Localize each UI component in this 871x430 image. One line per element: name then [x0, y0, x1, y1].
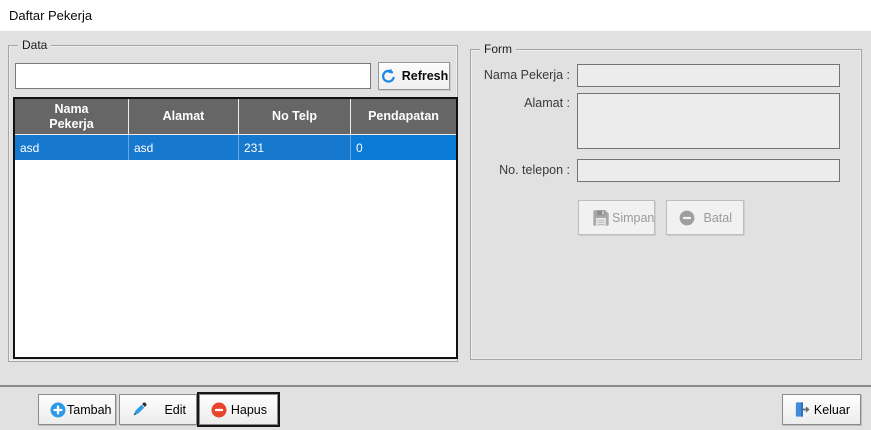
hapus-button-label: Hapus [230, 402, 267, 417]
delete-minus-icon [210, 401, 228, 419]
cell-no-telp[interactable]: 231 [239, 135, 351, 160]
batal-button[interactable]: Batal [666, 200, 744, 235]
keluar-button-label: Keluar [813, 402, 850, 417]
nama-pekerja-field[interactable] [577, 64, 840, 87]
simpan-button[interactable]: Simpan [578, 200, 655, 235]
alamat-label: Alamat : [524, 96, 570, 110]
cell-nama-pekerja[interactable]: asd [15, 135, 129, 160]
no-telepon-field[interactable] [577, 159, 840, 182]
edit-button[interactable]: Edit [119, 394, 197, 425]
tambah-button[interactable]: Tambah [38, 394, 116, 425]
cell-pendapatan[interactable]: 0 [351, 135, 456, 160]
column-header-nama-pekerja[interactable]: Nama Pekerja [15, 99, 129, 134]
hapus-button[interactable]: Hapus [197, 392, 280, 427]
refresh-button[interactable]: Refresh [378, 62, 450, 90]
window-titlebar: Daftar Pekerja [0, 0, 871, 31]
search-input[interactable] [15, 63, 371, 89]
tambah-button-label: Tambah [67, 402, 112, 417]
batal-button-label: Batal [703, 210, 733, 225]
simpan-button-label: Simpan [612, 210, 655, 225]
table-row-selected[interactable]: asd asd 231 0 [15, 135, 456, 160]
no-telepon-label: No. telepon : [499, 163, 570, 177]
edit-button-label: Edit [164, 402, 186, 417]
column-header-pendapatan[interactable]: Pendapatan [351, 99, 456, 134]
nama-pekerja-label: Nama Pekerja : [483, 68, 570, 82]
form-groupbox-label: Form [480, 42, 516, 56]
column-header-no-telp[interactable]: No Telp [239, 99, 351, 134]
column-header-alamat[interactable]: Alamat [129, 99, 239, 134]
cell-alamat[interactable]: asd [129, 135, 239, 160]
alamat-field[interactable] [577, 93, 840, 149]
keluar-button[interactable]: Keluar [782, 394, 861, 425]
cancel-minus-icon [678, 209, 696, 227]
save-floppy-icon [590, 207, 612, 229]
main-panel: Data Refresh Nama Pekerja Alamat No Telp… [0, 31, 871, 385]
workers-table: Nama Pekerja Alamat No Telp Pendapatan a… [13, 97, 458, 359]
data-groupbox-label: Data [18, 38, 52, 52]
refresh-icon [380, 68, 397, 85]
page-title: Daftar Pekerja [9, 8, 93, 23]
refresh-button-label: Refresh [401, 69, 449, 83]
add-plus-icon [49, 401, 67, 419]
exit-door-icon [793, 400, 812, 419]
form-groupbox: Form Nama Pekerja : Alamat : No. telepon… [470, 42, 862, 360]
table-header-row: Nama Pekerja Alamat No Telp Pendapatan [15, 99, 456, 135]
pencil-icon [130, 401, 148, 419]
bottom-toolbar: Tambah Edit Hapus Keluar [0, 385, 871, 430]
data-groupbox: Data Refresh Nama Pekerja Alamat No Telp… [8, 38, 458, 362]
